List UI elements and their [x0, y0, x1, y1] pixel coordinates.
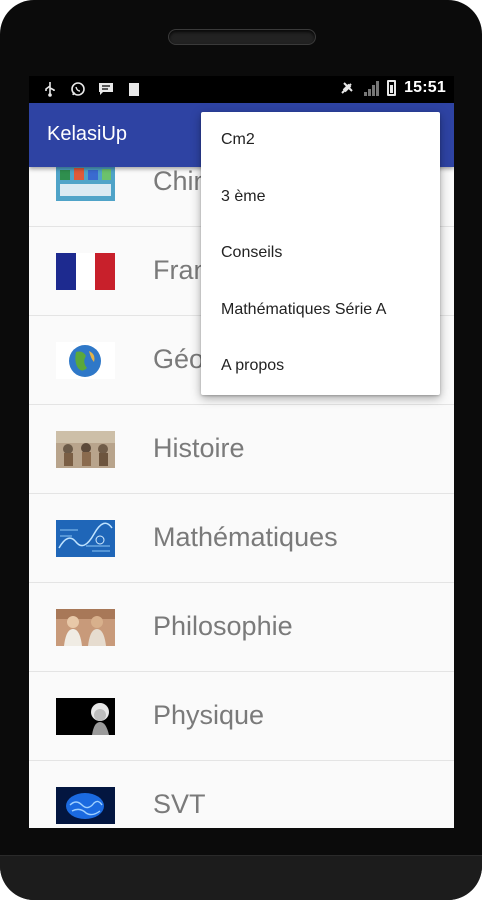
notification-icon [125, 80, 143, 98]
phone-bottom-bezel [0, 855, 482, 900]
menu-item-3eme[interactable]: 3 ème [201, 169, 440, 226]
list-item-mathematiques[interactable]: Mathématiques [29, 494, 454, 583]
list-item-label: Histoire [153, 433, 245, 463]
list-item-label: Philosophie [153, 611, 293, 641]
list-item-physique[interactable]: Physique [29, 672, 454, 761]
einstein-thumbnail [56, 698, 115, 735]
french-flag-thumbnail [56, 253, 115, 290]
vibrate-icon [338, 79, 356, 97]
list-item-philosophie[interactable]: Philosophie [29, 583, 454, 672]
list-item-label: SVT [153, 789, 206, 819]
philosophy-thumbnail [56, 609, 115, 646]
message-icon [97, 80, 115, 98]
usb-icon [41, 80, 59, 98]
list-item-svt[interactable]: SVT [29, 761, 454, 828]
battery-icon [387, 80, 397, 96]
clock: 15:51 [404, 79, 446, 96]
overflow-menu: Cm2 3 ème Conseils Mathématiques Série A… [201, 112, 440, 395]
screen: 15:51 Chimie Français [29, 76, 454, 828]
history-thumbnail [56, 431, 115, 468]
no-signal-icon [364, 80, 380, 96]
brain-thumbnail [56, 787, 115, 824]
speaker-grille [168, 29, 316, 45]
menu-item-conseils[interactable]: Conseils [201, 225, 440, 282]
list-item-label: Physique [153, 700, 265, 730]
menu-item-a-propos[interactable]: A propos [201, 338, 440, 395]
menu-item-cm2[interactable]: Cm2 [201, 112, 440, 169]
menu-item-mathematiques-serie-a[interactable]: Mathématiques Série A [201, 282, 440, 339]
whatsapp-icon [69, 80, 87, 98]
app-title: KelasiUp [47, 123, 128, 145]
globe-thumbnail [56, 342, 115, 379]
list-item-histoire[interactable]: Histoire [29, 405, 454, 494]
status-bar: 15:51 [29, 76, 454, 103]
chemistry-thumbnail [56, 164, 115, 201]
math-thumbnail [56, 520, 115, 557]
list-item-label: Mathématiques [153, 522, 338, 552]
phone-frame: 15:51 Chimie Français [0, 0, 482, 900]
